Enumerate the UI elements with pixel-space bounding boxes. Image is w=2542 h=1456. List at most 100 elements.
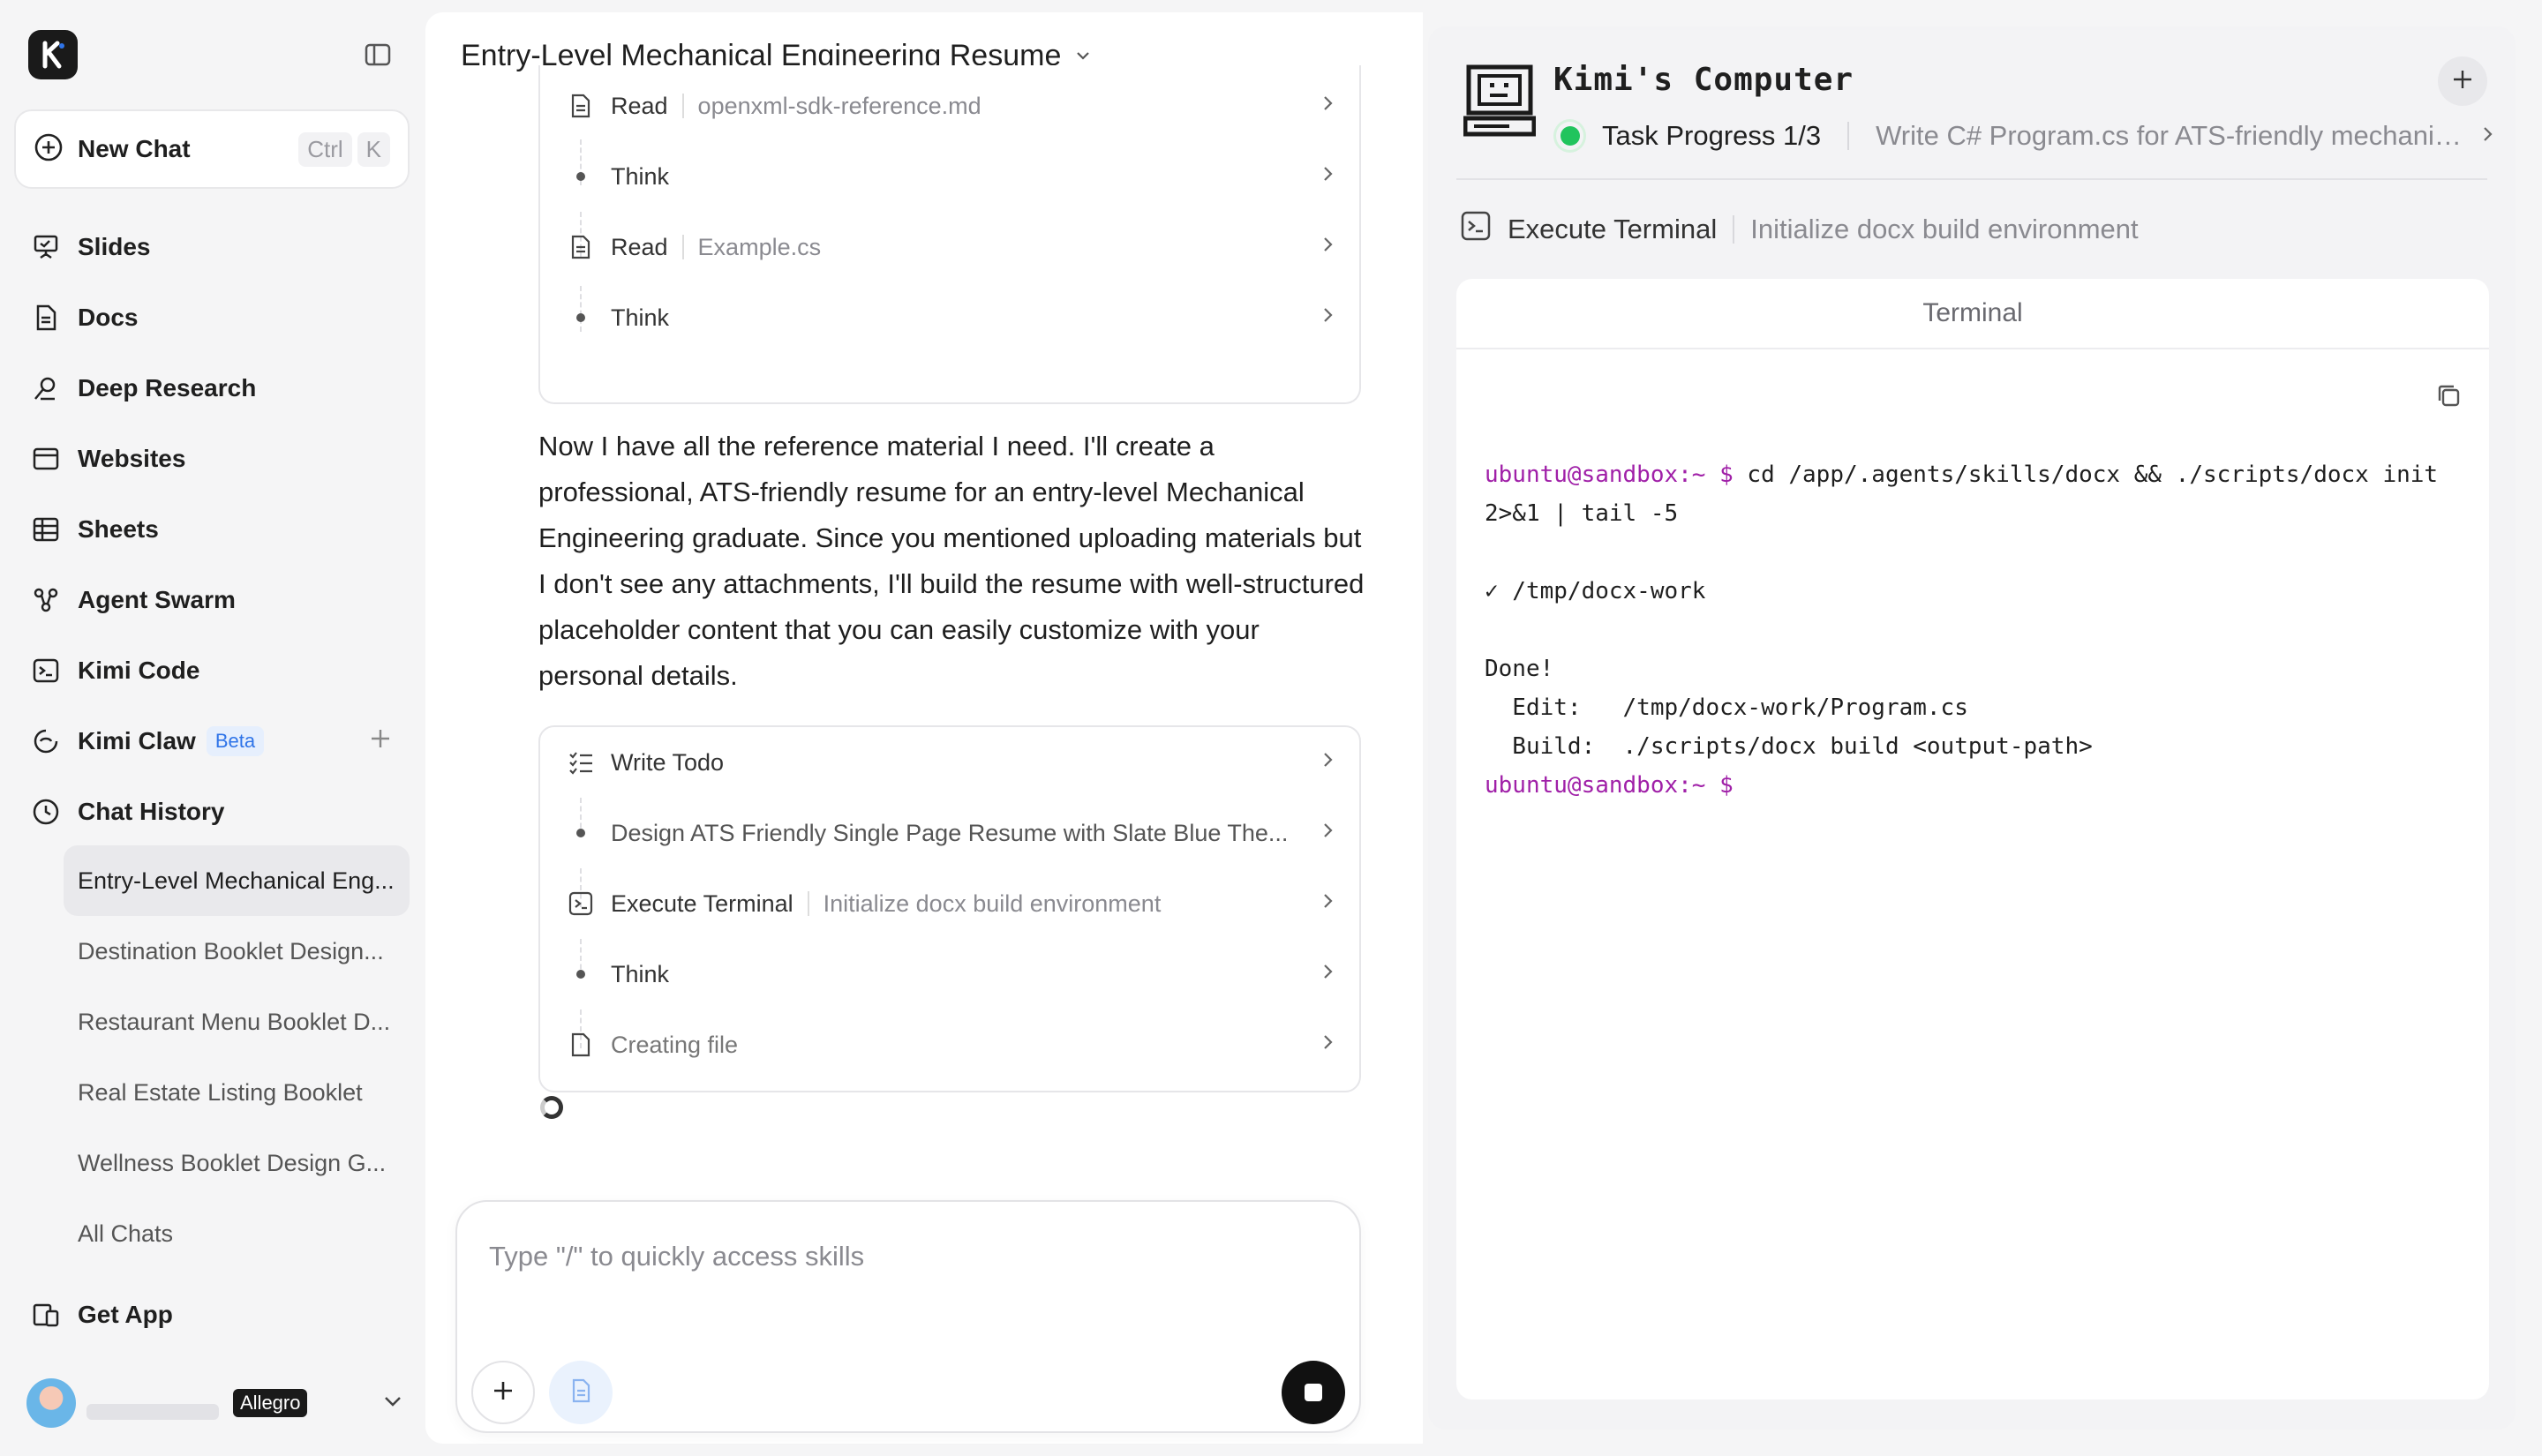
status-dot-icon bbox=[1553, 119, 1587, 153]
all-chats-link[interactable]: All Chats bbox=[64, 1198, 410, 1269]
new-computer-button[interactable] bbox=[2438, 56, 2487, 106]
history-item[interactable]: Restaurant Menu Booklet D... bbox=[64, 987, 410, 1057]
step-think[interactable]: Think bbox=[565, 282, 1338, 353]
copy-icon[interactable] bbox=[2434, 381, 2463, 414]
step-creating-file[interactable]: Creating file bbox=[565, 1009, 1338, 1080]
history-item[interactable]: Destination Booklet Design... bbox=[64, 916, 410, 987]
sidebar-item-kimi-claw[interactable]: Kimi Claw Beta bbox=[14, 706, 410, 777]
beta-badge: Beta bbox=[206, 726, 265, 756]
plan-badge: Allegro bbox=[233, 1389, 308, 1417]
new-chat-label: New Chat bbox=[78, 135, 191, 162]
action-type: Execute Terminal bbox=[1508, 214, 1718, 244]
terminal-icon bbox=[30, 655, 62, 687]
get-app-label: Get App bbox=[78, 1301, 173, 1328]
step-execute-terminal[interactable]: Execute Terminal Initialize docx build e… bbox=[565, 868, 1338, 939]
sidebar-item-docs[interactable]: Docs bbox=[14, 282, 410, 353]
chevron-down-icon[interactable] bbox=[380, 1388, 406, 1419]
file-icon bbox=[565, 231, 597, 263]
history-item[interactable]: Real Estate Listing Booklet bbox=[64, 1057, 410, 1128]
user-menu[interactable]: Allegro bbox=[26, 1377, 406, 1430]
sidebar-item-chat-history[interactable]: Chat History bbox=[14, 777, 410, 847]
device-icon bbox=[30, 1299, 62, 1331]
sidebar-item-label: Agent Swarm bbox=[78, 586, 236, 613]
sidebar-item-label: Websites bbox=[78, 445, 186, 472]
task-progress-row[interactable]: Task Progress 1/3 Write C# Program.cs fo… bbox=[1553, 113, 2498, 159]
computer-title: Kimi's Computer bbox=[1553, 62, 1854, 98]
collapse-sidebar-icon[interactable] bbox=[362, 39, 394, 71]
history-item[interactable]: Wellness Booklet Design G... bbox=[64, 1128, 410, 1198]
task-progress-label: Task Progress 1/3 bbox=[1602, 120, 1822, 151]
loading-spinner-icon bbox=[540, 1096, 563, 1119]
terminal-icon bbox=[1460, 210, 1492, 249]
chevron-right-icon bbox=[1317, 1032, 1338, 1059]
chevron-right-icon bbox=[1317, 234, 1338, 261]
stop-generation-button[interactable] bbox=[1282, 1361, 1345, 1424]
shortcut-ctrl: Ctrl bbox=[298, 131, 352, 167]
step-type: Read bbox=[611, 92, 668, 119]
add-icon[interactable] bbox=[367, 725, 394, 758]
message-composer[interactable]: Type "/" to quickly access skills bbox=[455, 1200, 1361, 1433]
attach-button[interactable] bbox=[471, 1361, 535, 1424]
action-detail: Initialize docx build environment bbox=[1750, 214, 2139, 244]
step-type: Write Todo bbox=[611, 748, 725, 776]
chevron-right-icon bbox=[1317, 304, 1338, 332]
new-chat-button[interactable]: New Chat Ctrl K bbox=[14, 109, 410, 189]
deep-research-icon bbox=[30, 372, 62, 404]
sidebar-nav: Slides Docs Deep Research Websites Sheet… bbox=[14, 212, 410, 847]
file-icon bbox=[565, 1029, 597, 1061]
step-type: Read bbox=[611, 233, 668, 260]
sidebar-item-deep-research[interactable]: Deep Research bbox=[14, 353, 410, 424]
sheets-icon bbox=[30, 514, 62, 545]
stop-icon bbox=[1305, 1384, 1322, 1401]
computer-panel: Kimi's Computer Task Progress 1/3 Write … bbox=[1428, 26, 2516, 1430]
sidebar-item-websites[interactable]: Websites bbox=[14, 424, 410, 494]
plus-icon bbox=[2450, 67, 2475, 96]
sidebar-item-kimi-code[interactable]: Kimi Code bbox=[14, 635, 410, 706]
history-item[interactable]: Entry-Level Mechanical Eng... bbox=[64, 845, 410, 916]
plus-icon bbox=[489, 1377, 517, 1409]
step-type: Think bbox=[611, 960, 670, 987]
step-type: Design ATS Friendly Single Page Resume w… bbox=[611, 819, 1289, 846]
divider bbox=[1456, 178, 2487, 180]
step-read[interactable]: Read Example.cs bbox=[565, 212, 1338, 282]
chevron-right-icon bbox=[1317, 890, 1338, 918]
sidebar-item-agent-swarm[interactable]: Agent Swarm bbox=[14, 565, 410, 635]
claw-icon bbox=[30, 725, 62, 757]
clock-icon bbox=[30, 796, 62, 828]
terminal-header: Terminal bbox=[1456, 279, 2489, 349]
terminal-prompt: ubuntu@sandbox:~ $ bbox=[1485, 772, 1734, 799]
terminal-window: Terminal ubuntu@sandbox:~ $ cd /app/.age… bbox=[1456, 279, 2489, 1400]
terminal-output: ubuntu@sandbox:~ $ cd /app/.agents/skill… bbox=[1485, 455, 2463, 805]
terminal-prompt: ubuntu@sandbox:~ $ bbox=[1485, 462, 1734, 488]
step-detail: Initialize docx build environment bbox=[823, 889, 1162, 917]
docs-mode-button[interactable] bbox=[549, 1361, 613, 1424]
kimi-logo[interactable] bbox=[28, 30, 78, 79]
docs-icon bbox=[568, 1377, 594, 1408]
step-think[interactable]: Think bbox=[565, 939, 1338, 1009]
step-type: Execute Terminal bbox=[611, 889, 793, 917]
chat-main: Entry-Level Mechanical Engineering Resum… bbox=[425, 12, 1423, 1444]
step-write-todo[interactable]: Write Todo bbox=[565, 727, 1338, 798]
step-todo-item[interactable]: Design ATS Friendly Single Page Resume w… bbox=[565, 798, 1338, 868]
slides-icon bbox=[30, 231, 62, 263]
step-read[interactable]: Read openxml-sdk-reference.md bbox=[565, 71, 1338, 141]
sidebar-item-sheets[interactable]: Sheets bbox=[14, 494, 410, 565]
sidebar-item-slides[interactable]: Slides bbox=[14, 212, 410, 282]
chevron-right-icon bbox=[1317, 93, 1338, 120]
avatar bbox=[26, 1378, 76, 1428]
chevron-right-icon bbox=[1317, 820, 1338, 847]
get-app-button[interactable]: Get App bbox=[14, 1280, 410, 1350]
shortcut-hint: Ctrl K bbox=[298, 131, 390, 167]
composer-placeholder[interactable]: Type "/" to quickly access skills bbox=[489, 1241, 864, 1272]
chevron-right-icon bbox=[2477, 120, 2498, 152]
terminal-result: ✓ /tmp/docx-work Done! Edit: /tmp/docx-w… bbox=[1485, 578, 2093, 760]
shortcut-k: K bbox=[357, 131, 390, 167]
chevron-right-icon bbox=[1317, 961, 1338, 988]
checklist-icon bbox=[565, 747, 597, 778]
sidebar-item-label: Sheets bbox=[78, 515, 159, 543]
sidebar-item-label: Kimi Code bbox=[78, 657, 200, 684]
sidebar: New Chat Ctrl K Slides Docs Deep Researc… bbox=[0, 0, 424, 1456]
step-type: Creating file bbox=[611, 1031, 739, 1058]
step-think[interactable]: Think bbox=[565, 141, 1338, 212]
terminal-icon bbox=[565, 888, 597, 919]
